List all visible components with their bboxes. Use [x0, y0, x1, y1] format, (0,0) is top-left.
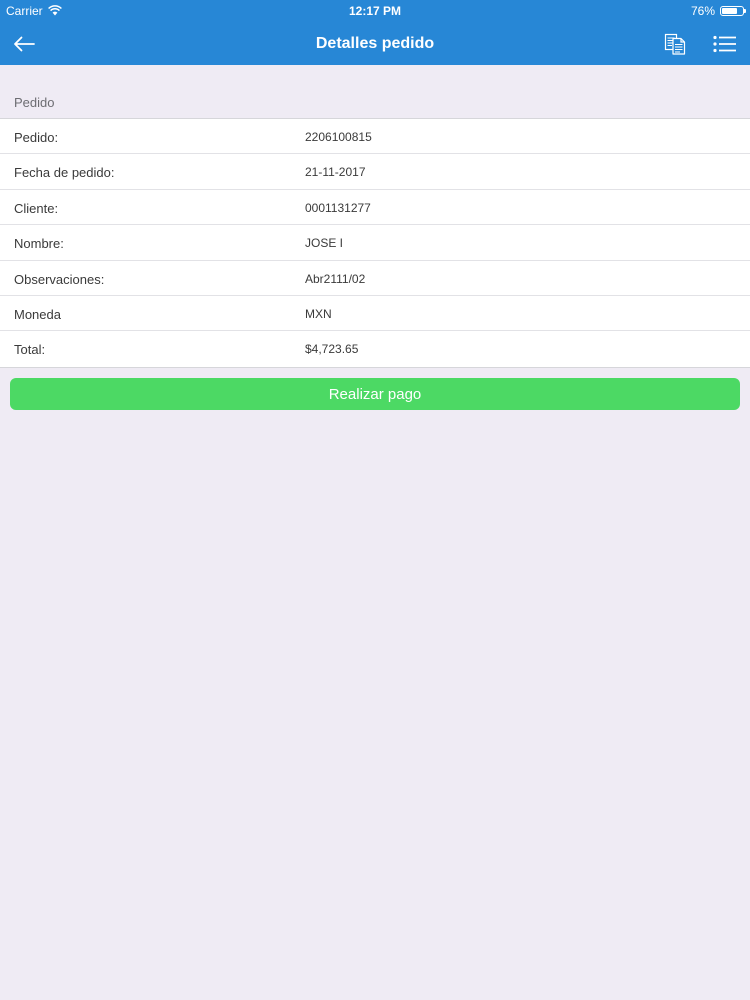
battery-level-fill [722, 8, 737, 14]
row-value: $4,723.65 [305, 342, 359, 357]
row-label: Nombre: [14, 236, 64, 252]
detail-row-date: Fecha de pedido: 21-11-2017 [0, 154, 750, 190]
menu-button[interactable] [710, 30, 740, 58]
pay-button[interactable]: Realizar pago [10, 378, 740, 410]
arrow-left-icon [14, 36, 35, 52]
documents-button[interactable] [660, 30, 690, 58]
row-value: 0001131277 [305, 200, 371, 215]
battery-indicator: 76% [690, 4, 746, 18]
status-bar: Carrier 12:17 PM 76% [0, 0, 750, 22]
section-title: Pedido [14, 95, 55, 110]
row-label: Total: [14, 342, 46, 358]
battery-icon [720, 6, 746, 16]
battery-percent: 76% [690, 4, 715, 18]
row-label: Fecha de pedido: [14, 165, 115, 181]
detail-row-total: Total: $4,723.65 [0, 331, 750, 366]
documents-icon [664, 33, 686, 55]
detail-row-client: Cliente: 0001131277 [0, 190, 750, 226]
order-detail-table: Pedido: 2206100815 Fecha de pedido: 21-1… [0, 118, 750, 368]
row-value: 2206100815 [305, 130, 372, 144]
app-header: Carrier 12:17 PM 76% Detalles pedido [0, 0, 750, 65]
list-menu-icon [713, 35, 736, 53]
detail-row-name: Nombre: JOSE I [0, 225, 750, 261]
detail-row-order: Pedido: 2206100815 [0, 119, 750, 155]
page-title: Detalles pedido [315, 35, 435, 52]
row-value: Abr2111/02 [305, 271, 366, 286]
status-time: 12:17 PM [348, 4, 402, 18]
row-label: Cliente: [14, 200, 59, 216]
row-label: Moneda [14, 306, 61, 322]
navigation-bar: Detalles pedido [0, 22, 750, 65]
row-value: MXN [305, 306, 332, 321]
back-button[interactable] [8, 28, 40, 60]
row-label: Pedido: [14, 130, 59, 145]
row-value: 21-11-2017 [305, 165, 366, 180]
row-label: Observaciones: [14, 271, 105, 287]
detail-row-notes: Observaciones: Abr2111/02 [0, 261, 750, 296]
row-value: JOSE I [305, 236, 344, 251]
detail-row-currency: Moneda MXN [0, 296, 750, 332]
